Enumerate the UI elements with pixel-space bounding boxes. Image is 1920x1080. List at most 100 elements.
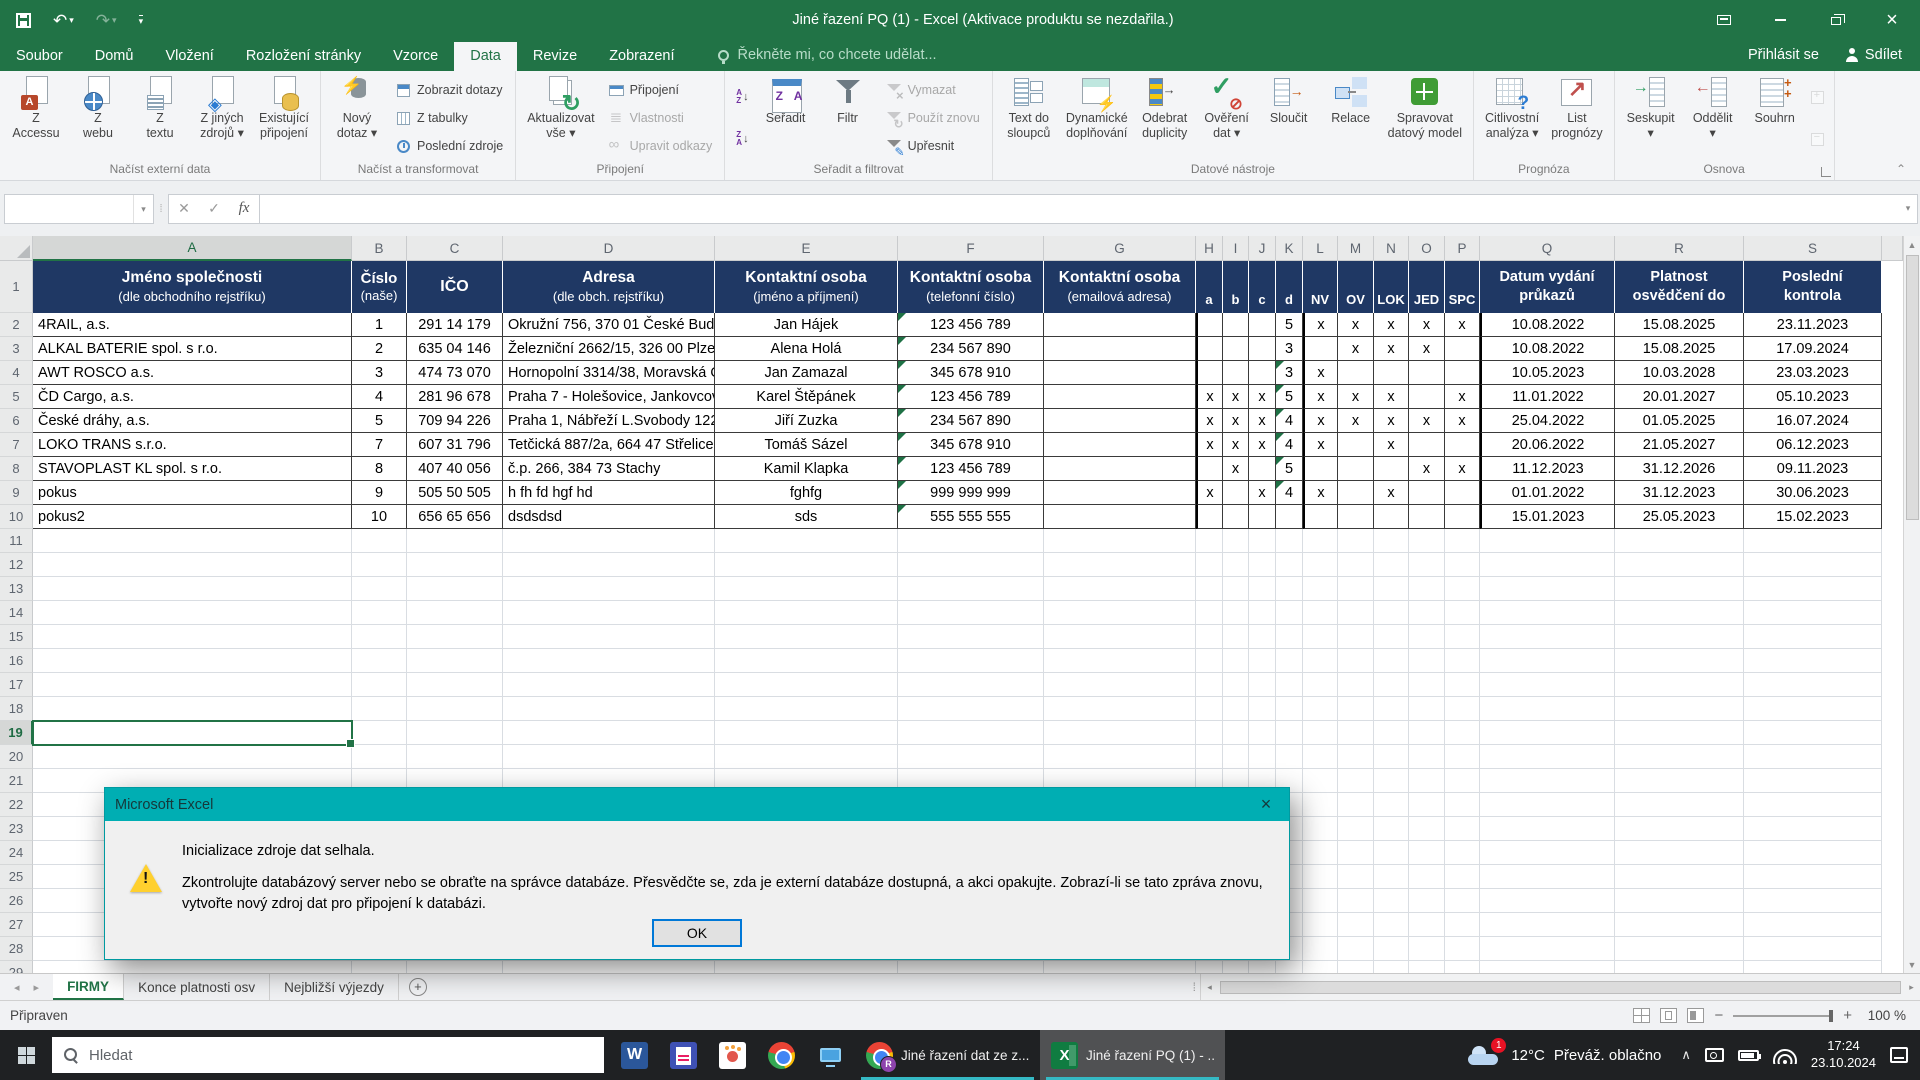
cell[interactable]	[1276, 553, 1303, 577]
cell[interactable]	[1409, 697, 1445, 721]
tab-domu[interactable]: Domů	[79, 42, 150, 71]
vlastnosti-button[interactable]: Vlastnosti	[604, 107, 717, 129]
cell[interactable]	[1338, 817, 1374, 841]
cell[interactable]	[503, 529, 715, 553]
cell[interactable]	[1196, 529, 1223, 553]
cell[interactable]	[1615, 841, 1744, 865]
cell[interactable]	[1196, 553, 1223, 577]
cell[interactable]	[1044, 601, 1196, 625]
cell[interactable]	[1480, 937, 1615, 961]
ok-button[interactable]: OK	[652, 919, 742, 947]
cell[interactable]	[1480, 529, 1615, 553]
dialog-title-bar[interactable]: Microsoft Excel ×	[105, 788, 1289, 821]
cell[interactable]	[1615, 769, 1744, 793]
cell[interactable]	[1276, 577, 1303, 601]
cell[interactable]	[407, 697, 503, 721]
row-header-11[interactable]: 11	[0, 529, 33, 553]
cell[interactable]	[1445, 721, 1480, 745]
column-header-G[interactable]: G	[1044, 236, 1196, 261]
weather-widget[interactable]: 1 12°C Převáž. oblačno	[1462, 1044, 1667, 1066]
taskbar-search[interactable]: Hledat	[52, 1037, 604, 1073]
cell[interactable]	[1615, 889, 1744, 913]
cell[interactable]	[1615, 913, 1744, 937]
cell[interactable]	[715, 673, 898, 697]
cell[interactable]	[1196, 337, 1223, 361]
show-detail-icon[interactable]	[1809, 89, 1826, 106]
cell[interactable]: 999 999 999	[898, 481, 1044, 505]
cell[interactable]: 30.06.2023	[1744, 481, 1882, 505]
column-header-F[interactable]: F	[898, 236, 1044, 261]
seradit-button[interactable]: Seřadit	[756, 74, 816, 162]
cell[interactable]	[1303, 961, 1338, 973]
cell[interactable]	[503, 961, 715, 973]
cell[interactable]	[1374, 937, 1409, 961]
cell[interactable]	[1303, 673, 1338, 697]
spravovat-datovy-model-button[interactable]: Spravovatdatový model	[1383, 74, 1467, 162]
cell[interactable]	[407, 577, 503, 601]
cell[interactable]	[898, 961, 1044, 973]
column-header-A[interactable]: A	[33, 236, 352, 261]
cell[interactable]	[1409, 745, 1445, 769]
ribbon-display-options-button[interactable]	[1696, 0, 1752, 40]
cell[interactable]	[1480, 769, 1615, 793]
cell[interactable]	[1044, 481, 1196, 505]
cell[interactable]: pokus2	[33, 505, 352, 529]
cell[interactable]	[1044, 649, 1196, 673]
row-header-18[interactable]: 18	[0, 697, 33, 721]
cell[interactable]	[1249, 745, 1276, 769]
row-header-6[interactable]: 6	[0, 409, 33, 433]
row-header-24[interactable]: 24	[0, 841, 33, 865]
cell[interactable]	[1615, 793, 1744, 817]
cell[interactable]	[1338, 529, 1374, 553]
cell[interactable]	[1338, 361, 1374, 385]
cell[interactable]	[1374, 697, 1409, 721]
cell[interactable]	[1196, 697, 1223, 721]
cell[interactable]	[407, 961, 503, 973]
cell[interactable]	[898, 649, 1044, 673]
cell[interactable]	[503, 697, 715, 721]
cell[interactable]	[1409, 889, 1445, 913]
sheet-tab-nejblizsi-vyjezdy[interactable]: Nejbližší výjezdy	[270, 974, 399, 1000]
cell[interactable]	[1196, 745, 1223, 769]
cell[interactable]: 474 73 070	[407, 361, 503, 385]
cell[interactable]: 345 678 910	[898, 361, 1044, 385]
column-header-O[interactable]: O	[1409, 236, 1445, 261]
cell[interactable]	[1338, 625, 1374, 649]
cell[interactable]: x	[1303, 481, 1338, 505]
cell[interactable]: 10.05.2023	[1480, 361, 1615, 385]
cell[interactable]	[1744, 817, 1882, 841]
cell[interactable]	[1044, 577, 1196, 601]
cell[interactable]	[1196, 577, 1223, 601]
cell[interactable]	[1744, 769, 1882, 793]
row-header-22[interactable]: 22	[0, 793, 33, 817]
cell[interactable]	[1409, 937, 1445, 961]
cell[interactable]	[33, 601, 352, 625]
taskbar-app-pink-save[interactable]	[659, 1030, 708, 1080]
formula-bar-splitter[interactable]: ⁞	[154, 203, 168, 215]
cell[interactable]	[1445, 865, 1480, 889]
souhrn-button[interactable]: Souhrn	[1745, 74, 1805, 162]
taskbar-app-chrome[interactable]	[757, 1030, 806, 1080]
z-textu-button[interactable]: Ztextu	[130, 74, 190, 162]
cell[interactable]: sds	[715, 505, 898, 529]
save-icon[interactable]	[16, 13, 31, 28]
cell[interactable]	[1044, 313, 1196, 337]
sloucit-button[interactable]: Sloučit	[1259, 74, 1319, 162]
cell[interactable]	[1196, 961, 1223, 973]
cell[interactable]: AWT ROSCO a.s.	[33, 361, 352, 385]
cell[interactable]	[898, 553, 1044, 577]
cell[interactable]	[1615, 673, 1744, 697]
upresnit-button[interactable]: Upřesnit	[882, 135, 984, 157]
cell[interactable]	[1223, 529, 1249, 553]
cell[interactable]: 10.03.2028	[1615, 361, 1744, 385]
cell[interactable]	[1338, 697, 1374, 721]
cell[interactable]: 5	[1276, 385, 1303, 409]
header-cell-I[interactable]: b	[1223, 261, 1249, 313]
cell[interactable]	[1374, 529, 1409, 553]
cell[interactable]	[1480, 745, 1615, 769]
cell[interactable]: 25.05.2023	[1615, 505, 1744, 529]
cell[interactable]	[1338, 889, 1374, 913]
select-all-corner[interactable]	[0, 236, 33, 261]
cell[interactable]	[1338, 433, 1374, 457]
cell[interactable]	[1744, 745, 1882, 769]
